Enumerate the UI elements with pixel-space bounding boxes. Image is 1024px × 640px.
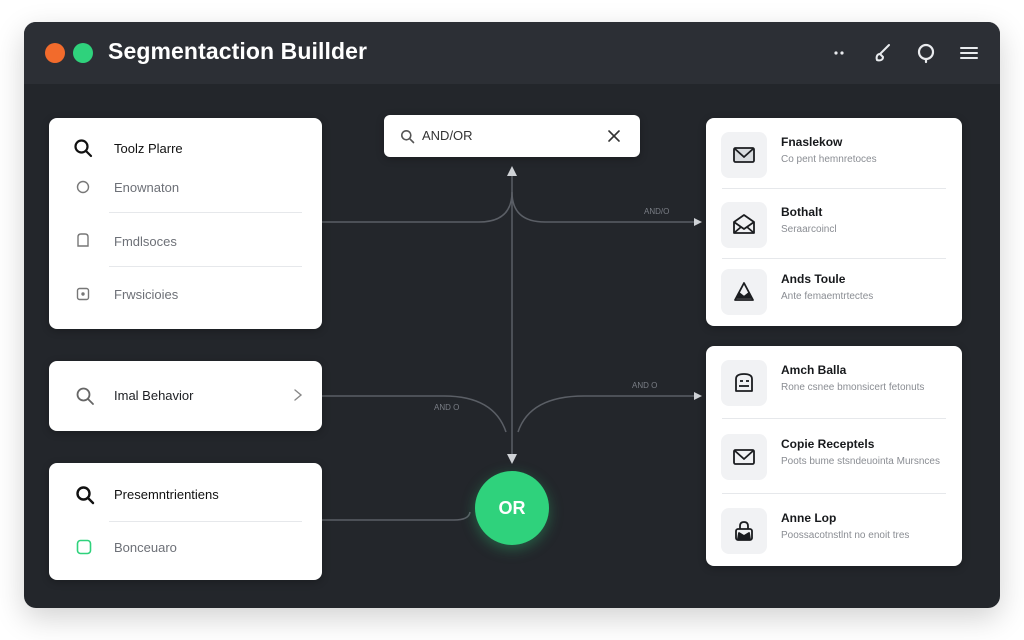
search-icon [75, 386, 95, 406]
segment-title: Ands Toule [781, 272, 846, 286]
circle-icon[interactable] [76, 180, 90, 194]
segment-subtitle: Poots bume stsndeuointa Mursnces [781, 456, 940, 467]
wire-label: AND/O [644, 207, 670, 216]
mail-icon [721, 132, 767, 178]
operator-search[interactable]: AND/OR [384, 115, 640, 157]
segment-item[interactable]: Bothalt Seraarcoincl [706, 194, 962, 254]
robot-icon [721, 360, 767, 406]
chevron-right-icon[interactable] [291, 388, 305, 402]
card-header: Toolz Plarre [114, 141, 183, 156]
segment-card-top: Fnaslekow Co pent hemnretoces Bothalt Se… [706, 118, 962, 326]
list-item[interactable]: Frwsicioies [114, 287, 178, 302]
card-header: Imal Behavior [114, 388, 194, 403]
close-icon[interactable] [606, 128, 622, 144]
divider [722, 493, 946, 494]
divider [109, 212, 302, 213]
wire-label: AND O [632, 381, 658, 390]
document-icon[interactable] [76, 233, 90, 247]
segment-item[interactable]: Copie Receptels Poots bume stsndeuointa … [706, 426, 962, 486]
divider [109, 521, 302, 522]
search-icon [75, 485, 95, 505]
card-header: Presemntrientiens [114, 487, 219, 502]
segment-title: Bothalt [781, 205, 823, 219]
segment-subtitle: Seraarcoincl [781, 224, 837, 235]
search-input[interactable]: AND/OR [422, 128, 473, 143]
mail-open-icon [721, 202, 767, 248]
segment-title: Copie Receptels [781, 437, 875, 451]
divider [722, 188, 946, 189]
condition-card-presentations[interactable]: Presemntrientiens Bonceuaro [49, 463, 322, 580]
search-icon [73, 138, 93, 158]
segment-item[interactable]: Fnaslekow Co pent hemnretoces [706, 124, 962, 184]
divider [722, 258, 946, 259]
segment-title: Anne Lop [781, 511, 837, 525]
segment-title: Amch Balla [781, 363, 847, 377]
or-operator-node[interactable]: OR [475, 471, 549, 545]
lock-icon [721, 508, 767, 554]
wire-label: AND O [434, 403, 460, 412]
segment-title: Fnaslekow [781, 135, 843, 149]
segment-subtitle: Rone csnee bmonsicert fetonuts [781, 382, 925, 393]
segment-item[interactable]: Amch Balla Rone csnee bmonsicert fetonut… [706, 352, 962, 412]
app-window: Segmentaction Buillder AND/O AND O AND O… [24, 22, 1000, 608]
divider [109, 266, 302, 267]
segment-card-bottom: Amch Balla Rone csnee bmonsicert fetonut… [706, 346, 962, 566]
list-item[interactable]: Bonceuaro [114, 540, 177, 555]
segment-subtitle: Ante femaemtrtectes [781, 291, 874, 302]
search-icon [400, 129, 415, 144]
segment-item[interactable]: Anne Lop Poossacotnstlnt no enoit tres [706, 500, 962, 560]
mail-icon [721, 434, 767, 480]
condition-card-behavior[interactable]: Imal Behavior [49, 361, 322, 431]
list-item[interactable]: Enownaton [114, 180, 179, 195]
segment-subtitle: Poossacotnstlnt no enoit tres [781, 530, 910, 541]
segment-subtitle: Co pent hemnretoces [781, 154, 877, 165]
condition-card-toolz[interactable]: Toolz Plarre Enownaton Fmdlsoces Frwsici… [49, 118, 322, 329]
checkbox-icon[interactable] [76, 287, 90, 301]
divider [722, 418, 946, 419]
segment-item[interactable]: Ands Toule Ante femaemtrtectes [706, 261, 962, 321]
checkbox-icon[interactable] [76, 539, 92, 555]
list-item[interactable]: Fmdlsoces [114, 234, 177, 249]
mail-triangle-icon [721, 269, 767, 315]
